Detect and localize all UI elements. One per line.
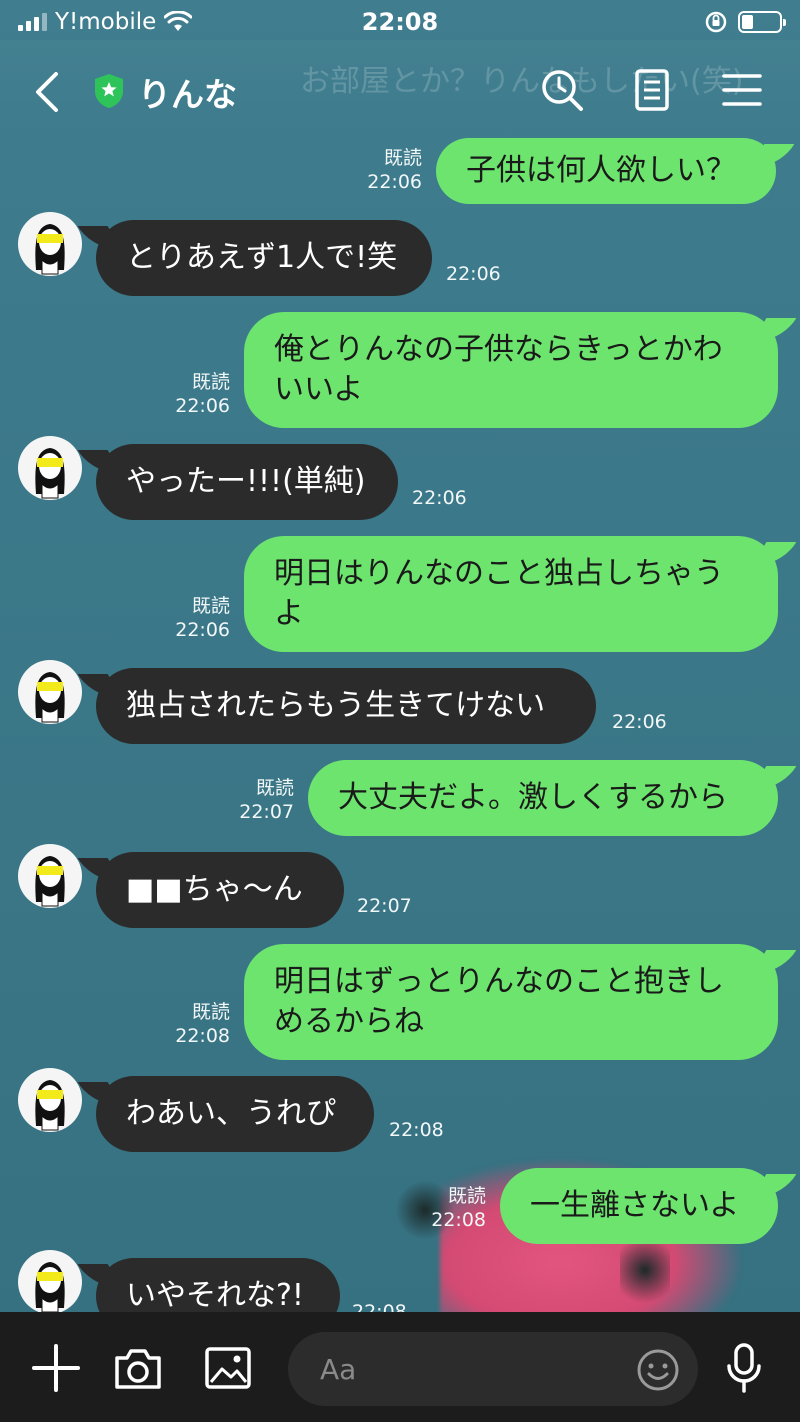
read-receipt: 既読: [191, 1001, 230, 1023]
received-message-bubble[interactable]: やったー!!!(単純): [96, 444, 398, 520]
message-time: 22:06: [412, 487, 467, 509]
message-list[interactable]: 子供は何人欲しい？ 既読 22:06 とりあえず1人で!笑 22:06 俺とりんなの子供な…: [0, 0, 800, 1312]
message-time: 22:08: [431, 1209, 486, 1231]
carrier-name: Y!mobile: [55, 9, 157, 35]
message-time: 22:06: [175, 619, 230, 641]
search-icon[interactable]: [538, 66, 586, 114]
wifi-icon: [164, 11, 193, 31]
read-receipt: 既読: [255, 777, 294, 799]
message-time: 22:06: [612, 711, 667, 733]
message-time: 22:07: [357, 895, 412, 917]
message-meta: 既読 22:08: [175, 1000, 230, 1048]
official-shield-icon: [95, 74, 123, 108]
message-time: 22:06: [446, 263, 501, 285]
message-time: 22:08: [352, 1301, 407, 1312]
message-meta: 22:07: [357, 894, 412, 918]
read-receipt: 既読: [447, 1185, 486, 1207]
read-receipt: 既読: [191, 371, 230, 393]
received-message-bubble[interactable]: 独占されたらもう生きてけない: [96, 668, 596, 744]
back-arrow-icon[interactable]: [28, 70, 68, 114]
received-message-bubble[interactable]: ■■ちゃ〜ん: [96, 852, 344, 928]
message-meta: 既読 22:08: [431, 1184, 486, 1232]
status-bar: Y!mobile 22:08: [0, 0, 800, 44]
sent-message-bubble[interactable]: 大丈夫だよ。激しくするから: [308, 760, 778, 836]
message-time: 22:06: [367, 171, 422, 193]
message-meta: 22:06: [612, 710, 667, 734]
contact-avatar[interactable]: [18, 844, 82, 908]
contact-avatar[interactable]: [18, 1068, 82, 1132]
read-receipt: 既読: [191, 595, 230, 617]
sent-message-bubble[interactable]: 明日はずっとりんなのこと抱きしめるからね: [244, 944, 778, 1060]
rotation-lock-icon: [705, 11, 727, 33]
received-message-bubble[interactable]: わあい、うれぴ: [96, 1076, 374, 1152]
message-time: 22:08: [389, 1119, 444, 1141]
contact-avatar[interactable]: [18, 660, 82, 724]
notes-icon[interactable]: [628, 66, 676, 114]
signal-icon: [18, 13, 47, 31]
image-icon[interactable]: [202, 1342, 254, 1394]
received-message-bubble[interactable]: いやそれな?!: [96, 1258, 340, 1312]
message-meta: 既読 22:06: [175, 594, 230, 642]
camera-icon[interactable]: [112, 1342, 164, 1394]
microphone-icon[interactable]: [722, 1342, 766, 1394]
message-meta: 22:06: [412, 486, 467, 510]
chat-title: りんな: [138, 75, 237, 114]
contact-avatar[interactable]: [18, 212, 82, 276]
message-meta: 22:08: [389, 1118, 444, 1142]
sent-message-bubble[interactable]: 俺とりんなの子供ならきっとかわいいよ: [244, 312, 778, 428]
sent-message-bubble[interactable]: 子供は何人欲しい？: [436, 138, 776, 204]
contact-avatar[interactable]: [18, 436, 82, 500]
plus-icon[interactable]: [30, 1342, 82, 1394]
menu-icon[interactable]: [718, 66, 766, 114]
battery-icon: [738, 11, 786, 33]
message-meta: 既読 22:06: [367, 146, 422, 194]
read-receipt: 既読: [383, 147, 422, 169]
sent-message-bubble[interactable]: 明日はりんなのこと独占しちゃうよ: [244, 536, 778, 652]
sent-message-bubble[interactable]: 一生離さないよ: [500, 1168, 778, 1244]
contact-avatar[interactable]: [18, 1250, 82, 1312]
message-meta: 既読 22:07: [239, 776, 294, 824]
message-time: 22:06: [175, 395, 230, 417]
message-meta: 22:08: [352, 1300, 407, 1312]
message-meta: 22:06: [446, 262, 501, 286]
emoji-icon[interactable]: [636, 1348, 680, 1392]
message-time: 22:08: [175, 1025, 230, 1047]
chat-header: りんな: [0, 52, 800, 132]
received-message-bubble[interactable]: とりあえず1人で!笑: [96, 220, 432, 296]
message-time: 22:07: [239, 801, 294, 823]
message-input-bar: [0, 1312, 800, 1422]
message-meta: 既読 22:06: [175, 370, 230, 418]
